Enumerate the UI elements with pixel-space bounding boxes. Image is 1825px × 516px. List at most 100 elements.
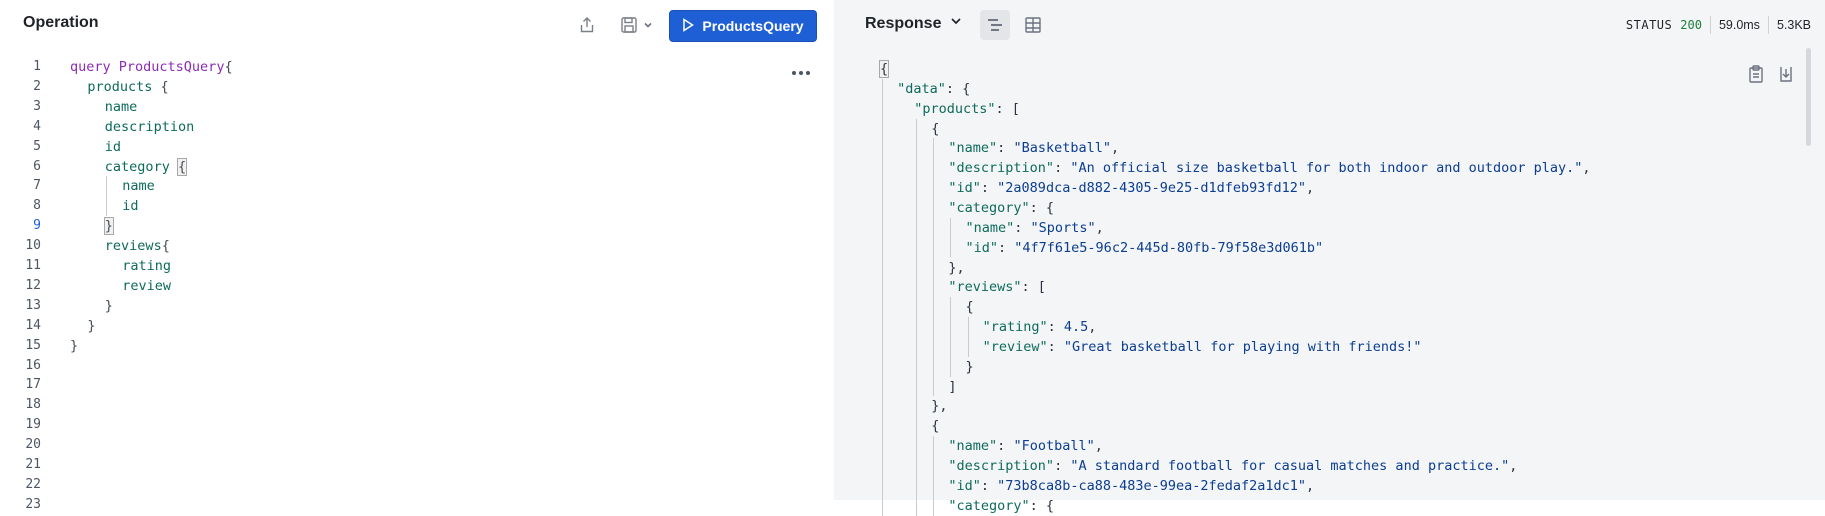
json-token: , <box>1582 160 1591 177</box>
clipboard-icon[interactable] <box>1745 63 1767 85</box>
line-number: 5 <box>33 138 41 154</box>
response-line: } <box>966 357 974 377</box>
response-line: "name": "Basketball", <box>948 138 1119 158</box>
json-token: "description" <box>948 458 1055 474</box>
line-number: 14 <box>25 317 41 333</box>
download-icon[interactable] <box>1775 63 1797 85</box>
line-number: 19 <box>25 417 41 433</box>
response-line: }, <box>931 396 947 416</box>
code-text: products { <box>87 77 168 97</box>
json-token: "reviews" <box>948 279 1022 296</box>
code-token: } <box>104 297 113 314</box>
json-token: : <box>1047 338 1064 355</box>
response-line: { <box>931 119 939 139</box>
json-token: "id" <box>948 180 981 197</box>
code-text: } <box>105 296 113 316</box>
response-line: "name": "Football", <box>948 436 1102 456</box>
indent-guide <box>933 436 935 516</box>
run-query-button[interactable]: ProductsQuery <box>669 10 817 42</box>
json-token: "name" <box>948 438 998 455</box>
json-token: ] <box>948 378 957 395</box>
code-text: id <box>105 137 121 157</box>
json-token: : <box>998 239 1015 256</box>
indent-guide <box>916 118 918 516</box>
share-icon[interactable] <box>575 12 599 38</box>
json-token: { <box>878 60 890 78</box>
status-code: 200 <box>1680 18 1702 32</box>
json-token: "description" <box>948 160 1055 177</box>
code-token: id <box>104 138 122 155</box>
line-number: 16 <box>25 357 41 373</box>
line-number: 3 <box>33 98 41 114</box>
response-line: { <box>966 297 974 317</box>
json-token: , <box>1094 438 1103 455</box>
json-token: "An official size basketball for both in… <box>1070 160 1583 177</box>
json-view-toggle[interactable] <box>980 10 1010 40</box>
code-token: { <box>161 238 170 255</box>
save-button[interactable] <box>614 12 658 38</box>
response-dropdown[interactable]: Response <box>865 14 963 33</box>
json-token: "id" <box>948 477 981 494</box>
json-token: , <box>1110 140 1120 157</box>
json-token: : <box>1047 319 1064 336</box>
line-number: 1 <box>33 59 41 74</box>
line-number: 15 <box>25 337 41 353</box>
json-token: { <box>931 418 940 435</box>
response-line: "review": "Great basketball for playing … <box>983 337 1422 357</box>
json-token: , <box>1095 219 1104 236</box>
code-token: reviews <box>104 238 162 255</box>
line-number: 10 <box>25 238 41 254</box>
line-number: 4 <box>33 118 41 134</box>
json-token: "review" <box>982 338 1048 355</box>
indent-guide <box>950 297 952 377</box>
status-divider <box>1709 16 1711 34</box>
json-token: , <box>1306 477 1315 494</box>
response-line: { <box>931 416 939 436</box>
indent-guide <box>950 217 952 258</box>
json-token: }, <box>948 259 965 276</box>
json-token: "A standard football for casual matches … <box>1070 458 1510 474</box>
line-number: 6 <box>33 158 41 174</box>
json-token: "4f7f61e5-96c2-445d-80fb-79f58e3d061b" <box>1014 239 1324 256</box>
json-token: "category" <box>948 497 1030 514</box>
code-text: } <box>87 316 95 336</box>
response-line: "category": { <box>948 496 1054 516</box>
json-token: : <box>1054 458 1071 474</box>
response-scrollbar[interactable] <box>1806 48 1811 146</box>
operation-pane: Operation ProductsQuery 1 query Products… <box>0 0 834 512</box>
response-size: 5.3KB <box>1776 18 1811 32</box>
code-token: review <box>122 277 171 294</box>
json-token: }, <box>931 398 948 415</box>
json-token: "id" <box>965 239 999 256</box>
code-text: name <box>105 97 138 117</box>
code-token: products <box>87 78 161 95</box>
line-number: 9 <box>33 218 41 234</box>
response-title: Response <box>865 14 942 32</box>
code-text: category { <box>105 157 188 177</box>
response-line: "id": "73b8ca8b-ca88-483e-99ea-2fedaf2a1… <box>948 476 1314 496</box>
response-line: "description": "A standard football for … <box>948 456 1517 476</box>
response-time: 59.0ms <box>1718 18 1760 32</box>
json-token: "category" <box>948 199 1030 216</box>
response-line: "reviews": [ <box>948 277 1046 297</box>
response-line: "data": { <box>897 79 970 99</box>
response-line: { <box>878 59 890 79</box>
code-token: description <box>104 118 195 135</box>
indent-guide <box>105 176 107 217</box>
code-token: name <box>122 178 155 195</box>
json-token: : <box>997 438 1014 455</box>
save-icon <box>620 16 638 34</box>
line-number: 8 <box>33 198 41 214</box>
json-token: "name" <box>965 219 1015 236</box>
ellipsis-icon[interactable] <box>788 62 814 84</box>
json-token: "Sports" <box>1030 219 1096 236</box>
line-number: 7 <box>33 178 41 194</box>
code-token: name <box>104 98 138 115</box>
json-token: : <box>1054 160 1071 177</box>
response-line: ] <box>948 377 956 397</box>
chevron-down-icon[interactable] <box>643 20 653 30</box>
indent-guide <box>933 138 935 397</box>
code-token: rating <box>122 258 171 274</box>
table-view-toggle[interactable] <box>1018 10 1048 40</box>
code-token: } <box>87 317 96 334</box>
